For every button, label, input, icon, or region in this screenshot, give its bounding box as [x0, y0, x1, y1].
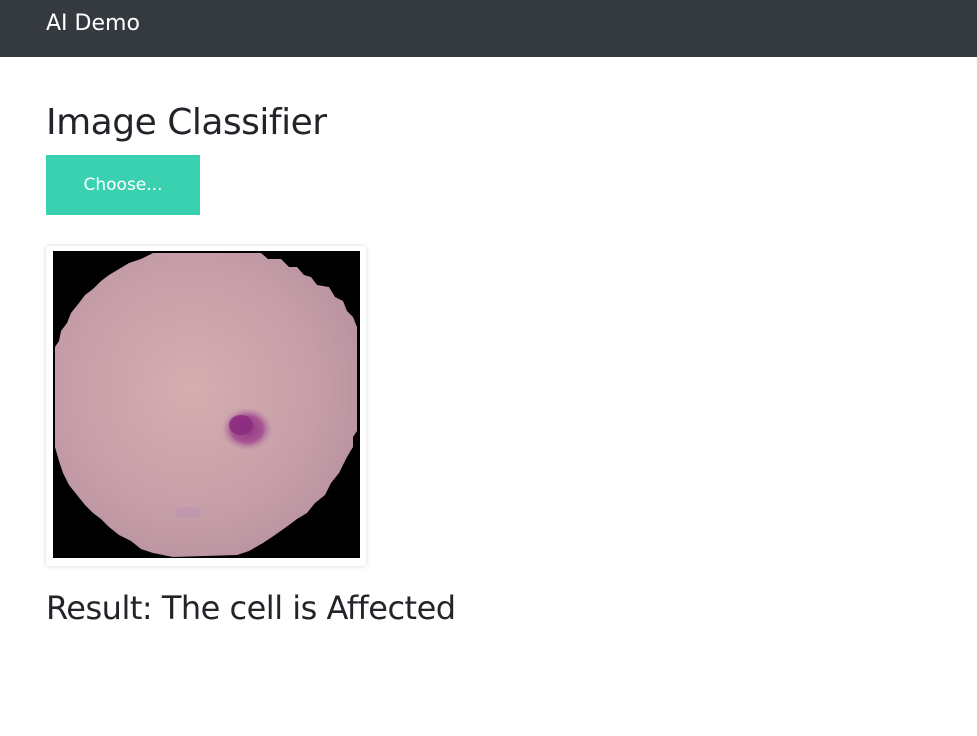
image-preview — [46, 246, 366, 566]
navbar: AI Demo — [0, 0, 977, 57]
choose-file-button[interactable]: Choose... — [46, 155, 200, 215]
result-text: Result: The cell is Affected — [46, 589, 456, 627]
page-title: Image Classifier — [46, 102, 327, 143]
brand-link[interactable]: AI Demo — [46, 10, 140, 38]
blood-cell-image — [53, 251, 360, 558]
